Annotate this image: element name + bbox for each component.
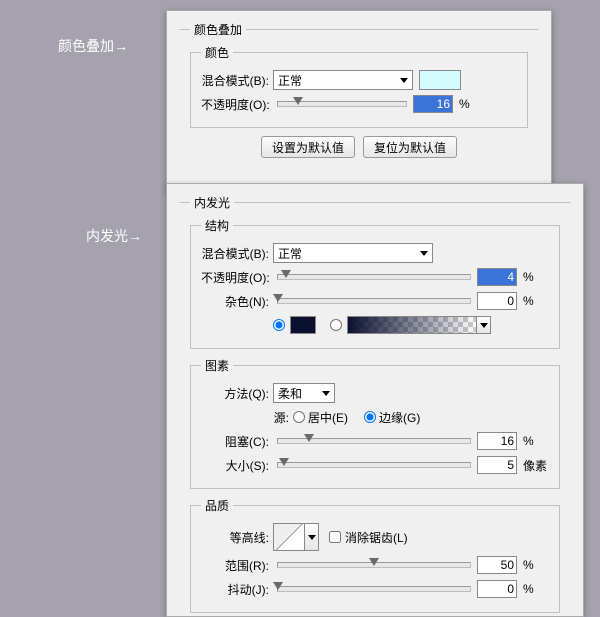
reset-default-button[interactable]: 复位为默认值: [363, 136, 457, 158]
blend-mode-label: 混合模式(B):: [201, 72, 273, 89]
panel-inner-glow: 内发光 结构 混合模式(B): 正常 不透明度(O): % 杂色(N):: [166, 183, 584, 617]
ig-blend-value: 正常: [278, 245, 302, 262]
ig-opacity-label: 不透明度(O):: [201, 269, 273, 286]
ig-source-label: 源:: [201, 409, 293, 426]
ig-range-slider[interactable]: [277, 562, 471, 568]
ig-color-radio[interactable]: [273, 319, 285, 331]
dropdown-caret-icon: [322, 391, 330, 396]
percent-unit: %: [523, 558, 549, 572]
ig-choke-label: 阻塞(C):: [201, 433, 273, 450]
percent-unit: %: [523, 582, 549, 596]
opacity-input[interactable]: [413, 95, 453, 113]
ig-size-slider[interactable]: [277, 462, 471, 468]
percent-unit: %: [523, 270, 549, 284]
group-qual-title: 品质: [201, 497, 233, 514]
dropdown-caret-icon: [308, 535, 316, 540]
ig-noise-slider[interactable]: [277, 298, 471, 304]
dropdown-caret-icon: [480, 323, 488, 328]
group-struct-title: 结构: [201, 217, 233, 234]
panel-color-overlay: 颜色叠加 颜色 混合模式(B): 正常 不透明度(O): % 设置为默: [166, 10, 552, 190]
slider-thumb-icon: [281, 270, 291, 278]
ig-gradient-swatch[interactable]: [347, 316, 477, 334]
ig-method-value: 柔和: [278, 385, 302, 402]
group-elem-title: 图素: [201, 357, 233, 374]
ig-size-input[interactable]: [477, 456, 517, 474]
ig-opacity-input[interactable]: [477, 268, 517, 286]
ig-blend-select[interactable]: 正常: [273, 243, 433, 263]
ig-color-swatch[interactable]: [290, 316, 316, 334]
ig-blend-label: 混合模式(B):: [201, 245, 273, 262]
ig-gradient-caret[interactable]: [477, 316, 491, 334]
ig-choke-slider[interactable]: [277, 438, 471, 444]
ig-size-label: 大小(S):: [201, 457, 273, 474]
ig-contour-caret[interactable]: [305, 523, 319, 551]
ig-choke-input[interactable]: [477, 432, 517, 450]
ig-contour-swatch[interactable]: [273, 523, 305, 551]
dropdown-caret-icon: [420, 251, 428, 256]
ig-source-center-radio[interactable]: [293, 411, 305, 423]
ig-source-edge-label: 边缘(G): [379, 409, 420, 426]
ig-aa-label: 消除锯齿(L): [345, 529, 408, 546]
ig-opacity-slider[interactable]: [277, 274, 471, 280]
percent-unit: %: [523, 434, 549, 448]
ig-noise-label: 杂色(N):: [201, 293, 273, 310]
panel2-title: 内发光: [190, 194, 234, 211]
ig-jitter-input[interactable]: [477, 580, 517, 598]
ig-range-input[interactable]: [477, 556, 517, 574]
blend-mode-value: 正常: [278, 72, 302, 89]
ig-source-center-label: 居中(E): [308, 409, 348, 426]
panel1-title: 颜色叠加: [190, 21, 246, 38]
slider-thumb-icon: [304, 434, 314, 442]
ig-source-edge-radio[interactable]: [364, 411, 376, 423]
opacity-slider[interactable]: [277, 101, 407, 107]
color-swatch[interactable]: [419, 70, 461, 90]
pixel-unit: 像素: [523, 457, 549, 474]
sidelabel-inner-glow: 内发光→: [86, 226, 142, 246]
percent-unit: %: [523, 294, 549, 308]
slider-thumb-icon: [273, 582, 283, 590]
ig-method-select[interactable]: 柔和: [273, 383, 335, 403]
sidelabel-color-overlay: 颜色叠加→: [58, 36, 128, 56]
set-default-button[interactable]: 设置为默认值: [261, 136, 355, 158]
slider-thumb-icon: [369, 558, 379, 566]
slider-thumb-icon: [279, 458, 289, 466]
ig-jitter-label: 抖动(J):: [201, 581, 273, 598]
percent-unit: %: [459, 97, 485, 111]
ig-range-label: 范围(R):: [201, 557, 273, 574]
ig-aa-checkbox[interactable]: [329, 531, 341, 543]
dropdown-caret-icon: [400, 78, 408, 83]
blend-mode-select[interactable]: 正常: [273, 70, 413, 90]
opacity-label: 不透明度(O):: [201, 96, 273, 113]
slider-thumb-icon: [273, 294, 283, 302]
ig-noise-input[interactable]: [477, 292, 517, 310]
ig-jitter-slider[interactable]: [277, 586, 471, 592]
ig-method-label: 方法(Q):: [201, 385, 273, 402]
ig-gradient-radio[interactable]: [330, 319, 342, 331]
group-color-title: 颜色: [201, 44, 233, 61]
slider-thumb-icon: [293, 97, 303, 105]
ig-contour-label: 等高线:: [201, 529, 273, 546]
